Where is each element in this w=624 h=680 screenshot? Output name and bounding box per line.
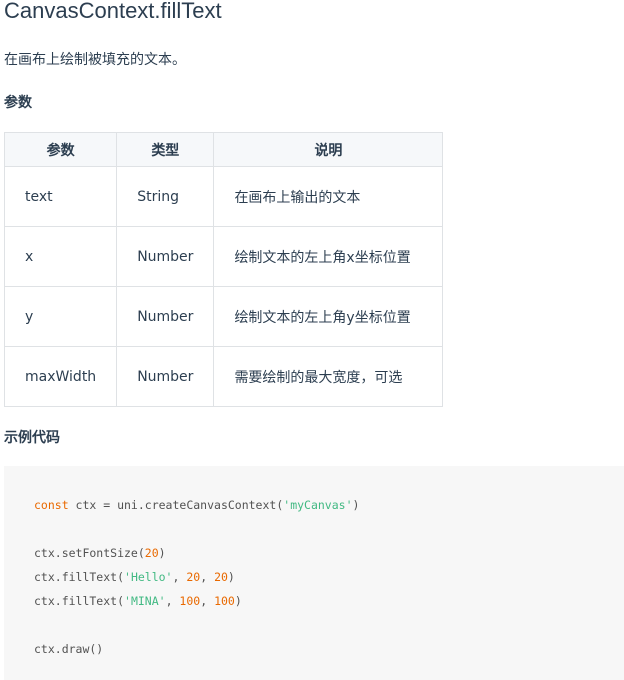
code-text: , <box>200 594 215 608</box>
param-desc-cell: 需要绘制的最大宽度，可选 <box>213 346 444 407</box>
code-string: 'myCanvas' <box>283 498 353 512</box>
code-text: , <box>165 594 180 608</box>
code-line: ctx.fillText('Hello', 20, 20) <box>34 570 235 584</box>
param-type-cell: Number <box>116 226 215 287</box>
code-string: 'MINA' <box>124 594 166 608</box>
code-number: 100 <box>179 594 201 608</box>
param-type-cell: String <box>116 166 215 227</box>
table-row: y Number 绘制文本的左上角y坐标位置 <box>3 286 444 347</box>
table-row: x Number 绘制文本的左上角x坐标位置 <box>3 226 444 287</box>
table-header-row: 参数 类型 说明 <box>3 132 444 167</box>
table-header-cell: 类型 <box>116 132 215 167</box>
code-text: ) <box>234 594 242 608</box>
code-line: const ctx = uni.createCanvasContext('myC… <box>34 498 359 512</box>
code-text: ctx.setFontSize( <box>34 546 145 560</box>
code-block[interactable]: const ctx = uni.createCanvasContext('myC… <box>4 466 624 680</box>
param-name-cell: y <box>3 286 118 347</box>
code-number: 20 <box>144 546 159 560</box>
param-name-cell: maxWidth <box>3 346 118 407</box>
code-text: ctx.draw() <box>34 642 104 656</box>
page-description: 在画布上绘制被填充的文本。 <box>4 52 186 68</box>
code-keyword: const <box>34 498 69 512</box>
table-row: maxWidth Number 需要绘制的最大宽度，可选 <box>3 346 444 407</box>
param-name-cell: x <box>3 226 118 287</box>
param-type-cell: Number <box>116 286 215 347</box>
param-name-cell: text <box>3 166 118 227</box>
table-header-cell: 参数 <box>3 132 118 167</box>
code-text: ) <box>352 498 360 512</box>
code-number: 20 <box>186 570 201 584</box>
example-heading: 示例代码 <box>4 430 60 446</box>
param-desc-cell: 绘制文本的左上角y坐标位置 <box>213 286 444 347</box>
code-string: 'Hello' <box>124 570 173 584</box>
param-type-cell: Number <box>116 346 215 407</box>
code-text: ) <box>158 546 166 560</box>
code-number: 100 <box>214 594 235 608</box>
param-desc-cell: 绘制文本的左上角x坐标位置 <box>213 226 444 287</box>
table-row: text String 在画布上输出的文本 <box>3 166 444 227</box>
code-line: ctx.draw() <box>34 642 103 656</box>
code-text: ctx = uni.createCanvasContext( <box>68 498 284 512</box>
code-line: ctx.fillText('MINA', 100, 100) <box>34 594 242 608</box>
table-header-cell: 说明 <box>213 132 444 167</box>
params-heading: 参数 <box>4 95 32 111</box>
code-text: , <box>172 570 187 584</box>
code-number: 20 <box>214 570 228 584</box>
code-text: ctx.fillText( <box>34 594 125 608</box>
page-title: CanvasContext.fillText <box>4 0 222 23</box>
code-text: ) <box>227 570 235 584</box>
code-text: , <box>200 570 215 584</box>
params-table: 参数 类型 说明 text String 在画布上输出的文本 x Number … <box>3 132 444 407</box>
code-line: ctx.setFontSize(20) <box>34 546 166 560</box>
code-text: ctx.fillText( <box>34 570 125 584</box>
param-desc-cell: 在画布上输出的文本 <box>213 166 444 227</box>
